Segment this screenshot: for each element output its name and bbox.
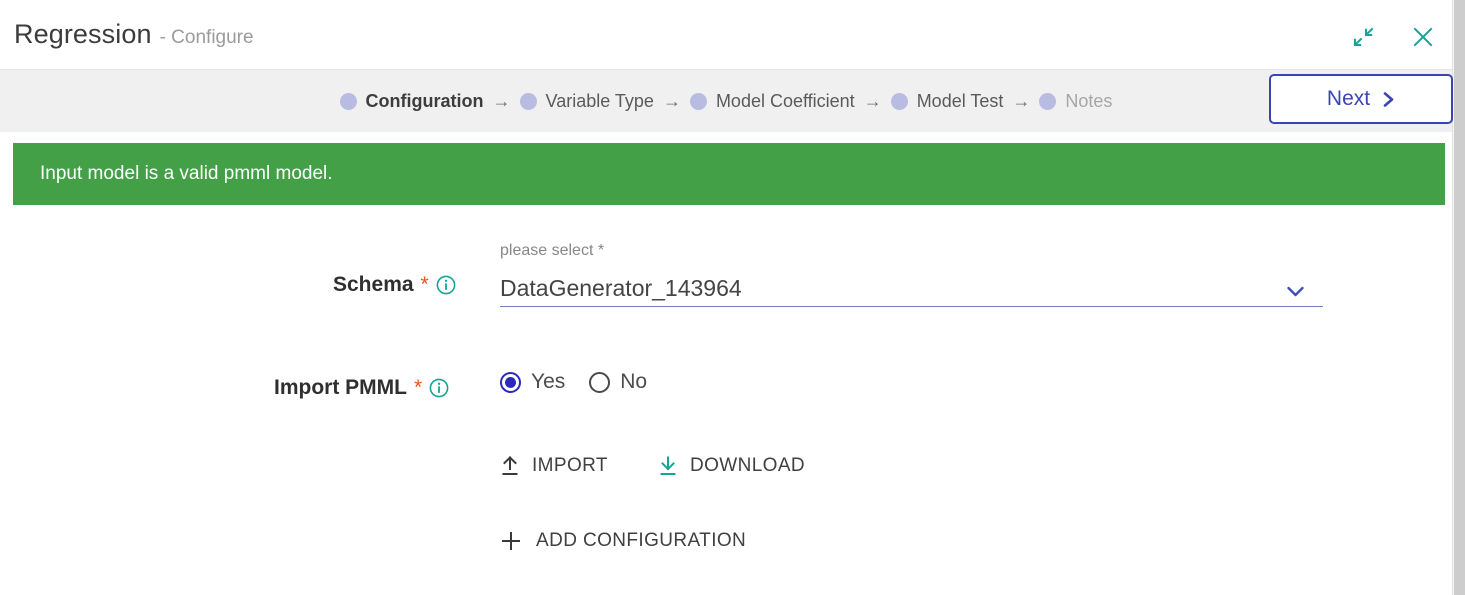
step-label: Configuration — [365, 90, 484, 111]
schema-select-wrap: please select * DataGenerator_143964 — [500, 240, 1323, 307]
step-dot-icon — [689, 92, 707, 110]
import-pmml-field-row: Import PMML * Yes No — [0, 370, 1452, 420]
radio-label-no: No — [620, 370, 648, 393]
schema-label: Schema — [333, 273, 414, 296]
page-title-subtitle: - Configure — [159, 27, 254, 48]
step-arrow-icon: → — [863, 91, 882, 111]
alert-message: Input model is a valid pmml model. — [40, 163, 333, 184]
step-label: Variable Type — [545, 90, 654, 111]
info-icon[interactable] — [429, 378, 449, 398]
import-pmml-label: Import PMML — [274, 376, 407, 399]
next-button-label: Next — [1326, 87, 1371, 110]
download-button[interactable]: DOWNLOAD — [658, 455, 805, 477]
collapse-arrows-icon[interactable] — [1350, 24, 1376, 50]
import-button-label: IMPORT — [532, 455, 608, 476]
download-button-label: DOWNLOAD — [689, 455, 806, 476]
window-controls — [1350, 24, 1436, 50]
schema-select[interactable]: DataGenerator_143964 — [500, 268, 1323, 307]
schema-label-group: Schema * — [333, 273, 456, 297]
add-configuration-button[interactable]: ADD CONFIGURATION — [500, 530, 746, 552]
schema-floating-label: please select * — [500, 242, 605, 259]
step-model-test[interactable]: Model Test — [890, 90, 1004, 112]
vertical-scrollbar[interactable] — [1452, 0, 1465, 595]
step-dot-icon — [1039, 92, 1057, 110]
wizard-stepper-bar: Configuration → Variable Type → Model Co… — [0, 70, 1452, 132]
upload-icon — [502, 456, 518, 475]
step-variable-type[interactable]: Variable Type — [519, 90, 654, 112]
success-alert-banner: Input model is a valid pmml model. — [13, 143, 1445, 205]
import-pmml-required-marker: * — [413, 376, 423, 399]
regression-configure-window: Regression - Configure Configuration → V… — [0, 0, 1465, 595]
step-dot-icon — [339, 92, 357, 110]
schema-required-marker: * — [420, 273, 429, 296]
configure-form: Schema * please select * DataGenerator_1… — [0, 205, 1452, 595]
import-button[interactable]: IMPORT — [500, 455, 608, 477]
import-pmml-radio-group: Yes No — [500, 370, 647, 394]
download-icon — [660, 456, 676, 475]
import-pmml-label-group: Import PMML * — [274, 376, 449, 400]
step-arrow-icon: → — [492, 91, 511, 111]
step-dot-icon — [519, 92, 537, 110]
plus-icon — [502, 532, 520, 550]
step-arrow-icon: → — [662, 91, 681, 111]
next-button[interactable]: Next — [1269, 74, 1453, 124]
step-label: Notes — [1065, 90, 1113, 111]
schema-field-row: Schema * please select * DataGenerator_1… — [0, 225, 1452, 325]
radio-button-yes[interactable] — [500, 371, 521, 393]
add-configuration-label: ADD CONFIGURATION — [536, 530, 747, 551]
page-title: Regression - Configure — [14, 19, 254, 50]
step-label: Model Coefficient — [715, 90, 855, 111]
page-title-main: Regression — [14, 19, 152, 49]
step-model-coefficient[interactable]: Model Coefficient — [689, 90, 855, 112]
close-icon[interactable] — [1410, 24, 1436, 50]
step-arrow-icon: → — [1012, 91, 1031, 111]
window-title-bar: Regression - Configure — [0, 0, 1452, 70]
radio-label-yes: Yes — [531, 370, 566, 393]
info-icon[interactable] — [436, 275, 456, 295]
step-configuration[interactable]: Configuration — [339, 90, 484, 112]
scrollbar-thumb[interactable] — [1454, 0, 1465, 595]
radio-button-no[interactable] — [589, 371, 611, 393]
step-notes[interactable]: Notes — [1039, 91, 1112, 112]
radio-option-no[interactable]: No — [589, 370, 647, 394]
schema-selected-value: DataGenerator_143964 — [500, 275, 742, 301]
chevron-down-icon[interactable] — [1286, 285, 1323, 306]
radio-option-yes[interactable]: Yes — [500, 370, 565, 394]
chevron-right-icon — [1383, 91, 1394, 107]
step-dot-icon — [890, 92, 908, 110]
pmml-action-buttons: IMPORT DOWNLOAD — [500, 455, 805, 477]
wizard-steps: Configuration → Variable Type → Model Co… — [0, 70, 1452, 132]
step-label: Model Test — [916, 90, 1004, 111]
